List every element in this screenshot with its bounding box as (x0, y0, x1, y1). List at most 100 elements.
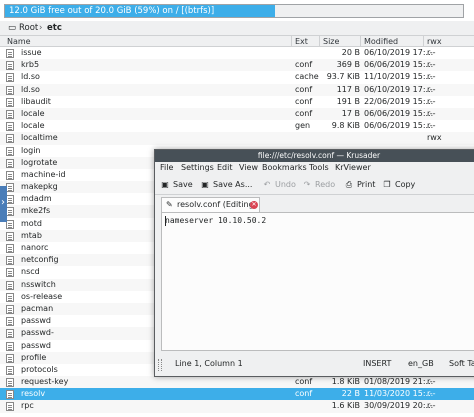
file-rwx: r-- (427, 389, 436, 399)
menu-krviewer[interactable]: KrViewer (335, 163, 371, 172)
file-icon (6, 134, 14, 144)
file-rwx: rwx (427, 133, 442, 143)
file-size: 22 B (341, 389, 360, 399)
file-row[interactable]: locale gen 9.8 KiB 06/06/2019 15:... r-- (0, 120, 474, 132)
file-name: protocols (21, 364, 58, 374)
file-modified: 11/10/2019 15:... (364, 72, 434, 82)
save-as-button[interactable]: ▣ Save As... (200, 178, 252, 192)
print-button[interactable]: ⎙ Print (344, 178, 376, 192)
file-icon (6, 280, 14, 290)
breadcrumb-separator: › (39, 23, 43, 33)
file-name: rpc (21, 401, 34, 411)
file-icon (6, 97, 14, 107)
file-icon (6, 122, 14, 132)
file-name: resolv (21, 389, 46, 399)
file-icon (6, 378, 14, 388)
menu-bar: File Settings Edit View Bookmarks Tools … (155, 162, 474, 175)
text-line: nameserver 10.10.50.2 (165, 216, 267, 225)
file-row[interactable]: libaudit conf 191 B 22/06/2019 15:... r-- (0, 96, 474, 108)
file-icon (6, 304, 14, 314)
file-name: login (21, 145, 41, 155)
file-icon (6, 390, 14, 400)
file-name: libaudit (21, 96, 51, 106)
file-row[interactable]: ld.so cache 93.7 KiB 11/10/2019 15:... r-- (0, 71, 474, 83)
file-row[interactable]: request-key conf 1.8 KiB 01/08/2019 21:... r… (0, 376, 474, 389)
file-ext: conf (295, 84, 313, 94)
column-name[interactable]: Name (4, 36, 291, 47)
file-size: 369 B (336, 60, 360, 70)
file-icon (6, 73, 14, 83)
menu-view[interactable]: View (239, 163, 258, 172)
tab-resolv-conf[interactable]: ✎ resolv.conf (Editing) ✕ (161, 197, 260, 212)
redo-label: Redo (315, 180, 336, 189)
file-name: passwd (21, 340, 51, 350)
file-row[interactable]: rpc 1.6 KiB 30/09/2019 20:... r-- (0, 400, 474, 413)
file-size: 117 B (336, 84, 360, 94)
file-ext: conf (295, 96, 313, 106)
file-row[interactable]: resolv conf 22 B 11/03/2020 15:... r-- (0, 388, 474, 401)
text-editor-area[interactable]: nameserver 10.10.50.2 (161, 212, 474, 351)
file-icon (6, 268, 14, 278)
column-size[interactable]: Size (319, 36, 360, 47)
column-ext[interactable]: Ext (291, 36, 319, 47)
print-label: Print (357, 180, 376, 189)
file-modified: 06/10/2019 17:... (364, 48, 434, 57)
panel-splitter-handle[interactable] (0, 186, 7, 222)
file-row[interactable]: ld.so conf 117 B 06/10/2019 17:... r-- (0, 83, 474, 96)
file-rwx: r-- (427, 96, 436, 106)
file-name: issue (21, 48, 42, 57)
menu-bookmarks[interactable]: Bookmarks (262, 163, 307, 172)
status-grip-icon (158, 359, 162, 371)
file-modified: 11/03/2020 15:... (364, 389, 434, 399)
column-modified[interactable]: Modified (360, 36, 423, 47)
breadcrumb-root[interactable]: Root (19, 23, 38, 33)
redo-button[interactable]: ↷ Redo (302, 178, 335, 192)
file-icon (6, 207, 14, 217)
menu-tools[interactable]: Tools (309, 163, 329, 172)
menu-settings[interactable]: Settings (181, 163, 214, 172)
column-rwx[interactable]: rwx (423, 36, 474, 47)
file-name: localtime (21, 133, 58, 143)
file-rwx: r-- (427, 48, 436, 57)
breadcrumb-current[interactable]: etc (47, 23, 62, 33)
file-name: passwd- (21, 328, 54, 338)
file-icon (6, 341, 14, 351)
file-icon (6, 49, 14, 58)
undo-button[interactable]: ↶ Undo (262, 178, 296, 192)
file-name: mdadm (21, 194, 52, 204)
file-size: 20 B (341, 48, 360, 57)
copy-button[interactable]: ❐ Copy (382, 178, 415, 192)
window-title[interactable]: file:///etc/resolv.conf — Krusader (155, 150, 474, 162)
menu-file[interactable]: File (160, 163, 173, 172)
file-row[interactable]: locale conf 17 B 06/06/2019 15:... r-- (0, 107, 474, 121)
file-icon (6, 170, 14, 180)
file-modified: 01/08/2019 21:... (364, 377, 434, 387)
editor-window: file:///etc/resolv.conf — Krusader File … (154, 149, 474, 377)
tab-bar: ✎ resolv.conf (Editing) ✕ (155, 195, 474, 212)
file-row[interactable]: localtime rwx (0, 132, 474, 145)
indentation-mode[interactable]: Soft Ta (449, 359, 474, 368)
file-row[interactable]: krb5 conf 369 B 06/06/2019 15:... r-- (0, 59, 474, 72)
file-icon (6, 329, 14, 339)
close-tab-icon[interactable]: ✕ (250, 201, 258, 209)
file-icon (6, 365, 14, 375)
undo-icon: ↶ (263, 180, 271, 189)
file-name: motd (21, 218, 42, 228)
file-icon (6, 231, 14, 241)
file-icon (6, 195, 14, 205)
dictionary-language[interactable]: en_GB (408, 359, 434, 368)
input-mode[interactable]: INSERT (363, 359, 391, 368)
file-modified: 06/10/2019 17:... (364, 84, 434, 94)
menu-edit[interactable]: Edit (217, 163, 233, 172)
save-label: Save (173, 180, 193, 189)
file-name: logrotate (21, 157, 58, 167)
copy-icon: ❐ (383, 180, 391, 189)
copy-label: Copy (395, 180, 416, 189)
file-modified: 06/06/2019 15:... (364, 121, 434, 131)
file-name: ld.so (21, 72, 40, 82)
file-rwx: r-- (427, 72, 436, 82)
file-row[interactable]: issue 20 B 06/10/2019 17:... r-- (0, 47, 474, 59)
file-modified: 22/06/2019 15:... (364, 96, 434, 106)
folder-up-icon[interactable]: ▭ (8, 23, 16, 33)
save-button[interactable]: ▣ Save (160, 178, 193, 192)
